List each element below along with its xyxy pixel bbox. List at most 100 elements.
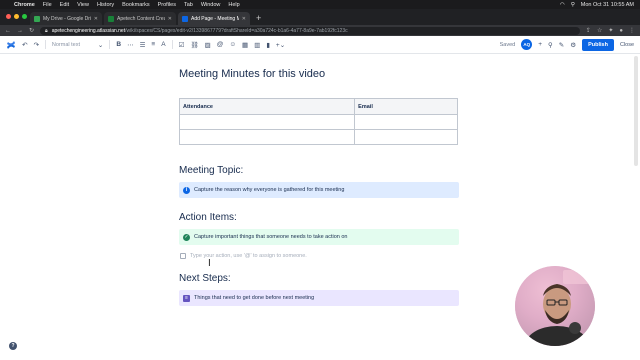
close-button[interactable]: Close [620,42,634,48]
close-tab-icon[interactable]: ✕ [242,16,246,22]
undo-icon[interactable]: ↶ [22,41,27,49]
text-cursor-icon: I [208,258,211,269]
lock-icon[interactable]: 🔒︎ [45,28,48,34]
menu-view[interactable]: View [77,2,89,8]
next-steps-heading[interactable]: Next Steps: [179,273,459,284]
success-panel-text: Capture important things that someone ne… [194,234,348,240]
bullet-list-icon[interactable]: ☰ [140,41,146,49]
extensions-icon[interactable]: ✦ [608,27,613,34]
settings-icon[interactable]: ⚙ [570,41,576,49]
bold-icon[interactable]: B [116,41,121,48]
menu-bookmarks[interactable]: Bookmarks [122,2,150,8]
menu-help[interactable]: Help [228,2,239,8]
tab-title: Apetech Content Creation - Go [117,15,165,22]
emoji-icon[interactable]: ☺ [229,41,236,48]
meeting-topic-heading[interactable]: Meeting Topic: [179,165,459,176]
info-panel[interactable]: i Capture the reason why everyone is gat… [179,182,459,198]
text-color-icon[interactable]: A [161,41,165,48]
clock[interactable]: Mon Oct 31 10:55 AM [581,2,634,8]
table-cell[interactable] [354,114,458,130]
share-icon[interactable]: ⇪ [586,27,591,34]
search-icon[interactable]: ⚲ [548,41,553,49]
menu-history[interactable]: History [97,2,114,8]
close-tab-icon[interactable]: ✕ [168,16,172,22]
task-checkbox[interactable] [180,253,186,259]
code-icon[interactable]: ▮ [266,41,270,49]
action-item-task[interactable]: Type your action, use '@' to assign to s… [180,253,459,259]
tab-title: Add Page - Meeting Minutes f [191,15,239,22]
publish-button[interactable]: Publish [582,38,614,51]
menu-file[interactable]: File [43,2,52,8]
wifi-icon[interactable]: ◠ [560,2,565,8]
confluence-icon [182,15,188,22]
table-header-cell[interactable]: Attendance [178,98,356,115]
info-icon: i [183,186,190,194]
confluence-logo-icon[interactable] [6,40,16,50]
action-item-icon[interactable]: ☑ [179,41,185,49]
help-button[interactable]: ? [9,342,17,350]
save-status: Saved [499,41,516,48]
macos-menu-bar: Chrome File Edit View History Bookmarks … [0,0,640,9]
reload-icon[interactable]: ↻ [29,27,34,34]
minimize-window-icon[interactable] [14,14,19,19]
new-tab-button[interactable]: + [252,12,261,25]
menu-window[interactable]: Window [201,2,221,8]
attendance-table: Attendance Email [178,98,458,145]
tab-title: My Drive - Google Drive [43,15,91,22]
scrollbar[interactable] [634,56,638,166]
forward-icon[interactable]: → [17,28,23,34]
table-row [178,114,458,130]
more-formatting-icon[interactable]: ⋯ [127,41,134,49]
mention-icon[interactable]: @ [217,41,224,48]
table-header-cell[interactable]: Email [354,98,458,115]
chevron-down-icon[interactable]: ⌄ [98,41,103,49]
check-circle-icon: ✓ [183,233,190,241]
layout-icon[interactable]: ▥ [254,41,260,49]
window-controls [6,14,27,19]
image-icon[interactable]: ▨ [205,41,211,49]
editor-toolbar: ↶ ↷ Normal text ⌄ B ⋯ ☰ ≡ A ☑ ⛓ ▨ @ ☺ ▦ … [0,36,640,54]
address-bar[interactable]: 🔒︎ apetechengineering.atlassian.net/wiki… [40,26,580,35]
redo-icon[interactable]: ↷ [33,41,38,49]
table-row [178,129,458,145]
note-icon: ≡ [183,294,190,302]
divider [44,40,46,49]
avatar[interactable]: AQ [521,39,533,50]
tab-confluence-add-page[interactable]: Add Page - Meeting Minutes f ✕ [178,12,250,25]
success-panel[interactable]: ✓ Capture important things that someone … [179,229,459,245]
comment-icon[interactable]: ✎ [559,41,564,49]
numbered-list-icon[interactable]: ≡ [151,41,155,48]
table-icon[interactable]: ▦ [242,41,248,49]
menu-edit[interactable]: Edit [60,2,69,8]
url-domain: apetechengineering.atlassian.net [51,27,126,34]
maximize-window-icon[interactable] [22,14,27,19]
search-icon[interactable]: ⚲ [571,2,575,8]
chrome-menu-icon[interactable]: ⋮ [629,27,635,34]
profile-icon[interactable]: ● [619,28,623,34]
insert-more-icon[interactable]: +⌄ [276,41,285,49]
note-panel-text: Things that need to get done before next… [194,295,315,301]
info-panel-text: Capture the reason why everyone is gathe… [194,187,345,193]
menu-app-name[interactable]: Chrome [14,2,35,8]
link-icon[interactable]: ⛓ [190,41,198,49]
google-sheets-icon [108,15,114,22]
tab-google-drive[interactable]: My Drive - Google Drive ✕ [30,12,102,25]
bookmark-star-icon[interactable]: ☆ [597,27,602,34]
browser-toolbar: ← → ↻ 🔒︎ apetechengineering.atlassian.ne… [0,25,640,36]
note-panel[interactable]: ≡ Things that need to get done before ne… [179,290,459,306]
page-title[interactable]: Meeting Minutes for this video [179,68,459,80]
action-items-heading[interactable]: Action Items: [179,212,459,223]
back-icon[interactable]: ← [5,28,11,34]
text-style-dropdown[interactable]: Normal text [52,42,92,48]
table-cell[interactable] [178,129,356,145]
table-cell[interactable] [354,129,458,145]
invite-icon[interactable]: + [538,41,542,48]
table-cell[interactable] [178,114,356,130]
close-tab-icon[interactable]: ✕ [94,16,98,22]
menu-tab[interactable]: Tab [184,2,193,8]
close-window-icon[interactable] [6,14,11,19]
tab-google-sheets[interactable]: Apetech Content Creation - Go ✕ [104,12,176,25]
url-path: /wiki/spaces/CS/pages/edit-v2/1339867779… [125,27,348,34]
person-illustration [515,266,595,346]
menu-profiles[interactable]: Profiles [158,2,176,8]
